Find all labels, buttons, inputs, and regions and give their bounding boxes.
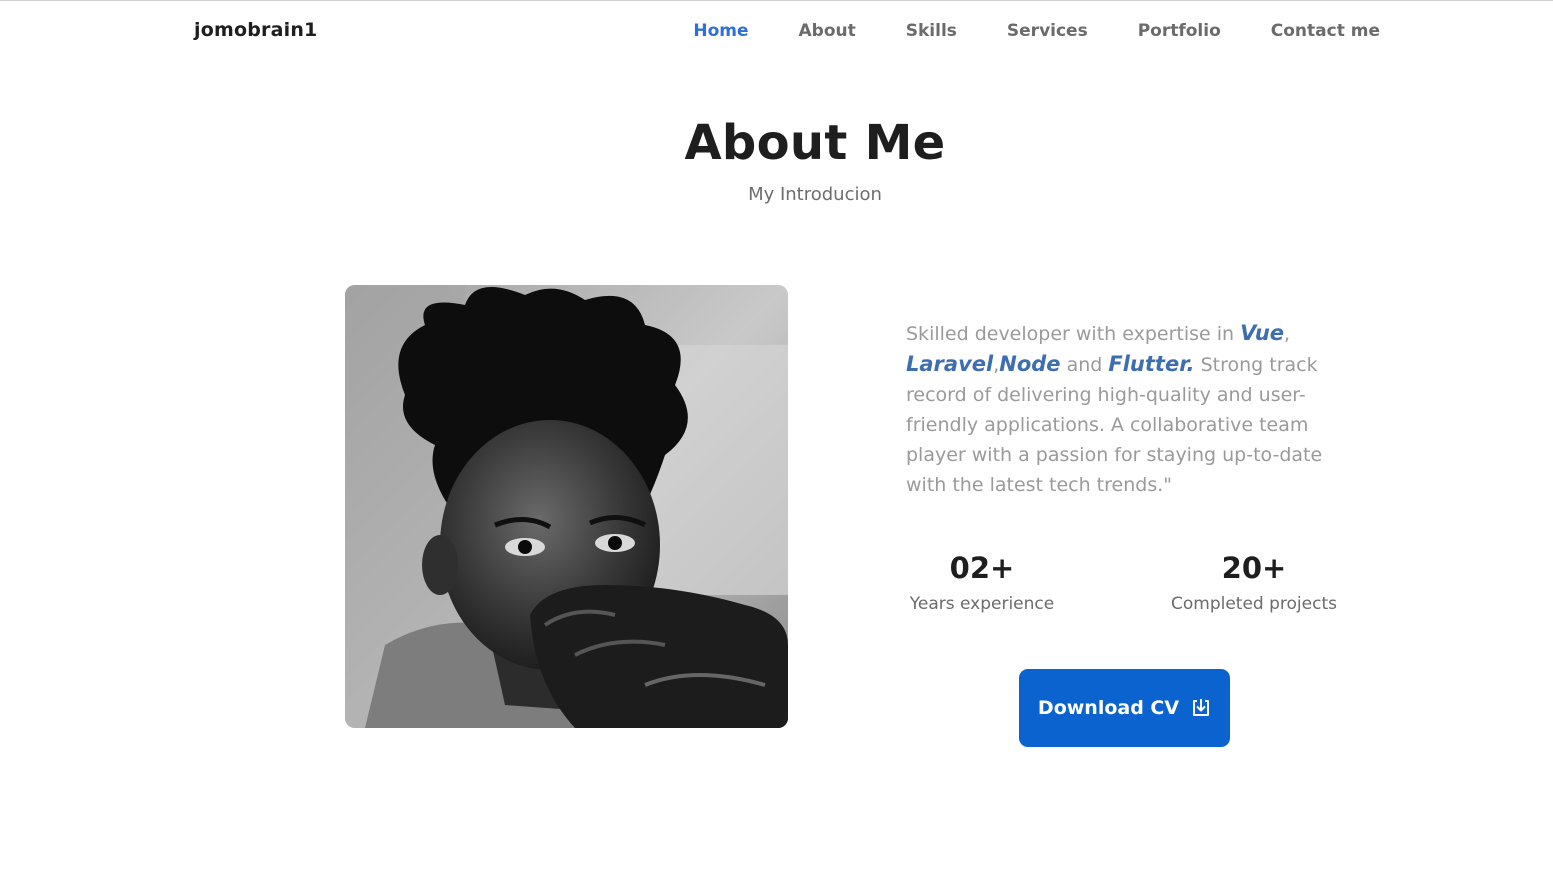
tech-vue: Vue <box>1240 321 1285 345</box>
stat-completed-projects: 20+ Completed projects <box>1164 550 1344 614</box>
nav-link-about[interactable]: About <box>799 21 856 41</box>
and-word: and <box>1060 354 1109 376</box>
stat-value: 20+ <box>1221 551 1287 585</box>
tech-node: Node <box>999 352 1061 376</box>
tech-flutter: Flutter. <box>1108 352 1195 376</box>
site-header: jomobrain1 Home About Skills Services Po… <box>0 1 1553 63</box>
tech-laravel: Laravel <box>906 352 994 376</box>
stat-label: Years experience <box>909 594 1055 614</box>
page: jomobrain1 Home About Skills Services Po… <box>0 0 1553 895</box>
section-subtitle: My Introducion <box>748 184 882 205</box>
nav-link-contact[interactable]: Contact me <box>1271 21 1380 41</box>
about-description: Skilled developer with expertise in Vue,… <box>906 318 1356 500</box>
about-text-start: Skilled developer with expertise in <box>906 323 1241 345</box>
nav-link-skills[interactable]: Skills <box>906 21 957 41</box>
download-cv-button[interactable]: Download CV <box>1019 669 1230 747</box>
stat-value: 02+ <box>949 551 1015 585</box>
download-icon <box>1191 698 1211 718</box>
nav-link-services[interactable]: Services <box>1007 21 1088 41</box>
nav-link-portfolio[interactable]: Portfolio <box>1138 21 1221 41</box>
profile-photo <box>345 285 788 728</box>
stat-years-experience: 02+ Years experience <box>906 550 1058 614</box>
site-logo[interactable]: jomobrain1 <box>194 19 317 41</box>
download-cv-label: Download CV <box>1037 697 1180 719</box>
stat-label: Completed projects <box>1171 594 1337 614</box>
main-nav: Home About Skills Services Portfolio Con… <box>643 21 1380 41</box>
separator-1: , <box>1284 323 1291 345</box>
section-title: About Me <box>684 115 946 171</box>
nav-link-home[interactable]: Home <box>693 21 748 41</box>
